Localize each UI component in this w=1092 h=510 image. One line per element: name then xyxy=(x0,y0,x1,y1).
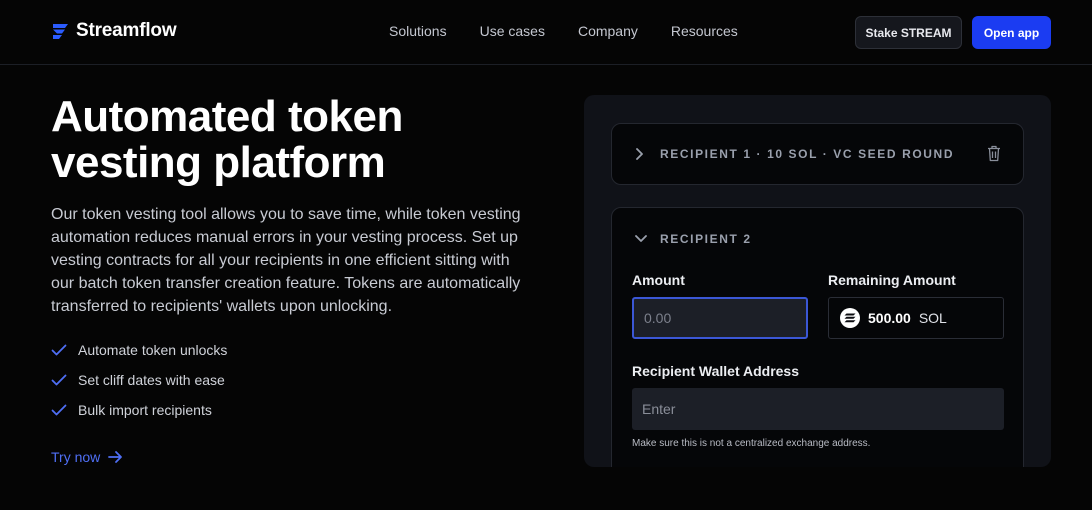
top-nav: Streamflow Solutions Use cases Company R… xyxy=(0,0,1092,65)
nav-link-solutions[interactable]: Solutions xyxy=(389,23,447,39)
vesting-form-panel: RECIPIENT 1 · 10 SOL · VC SEED ROUND REC… xyxy=(584,95,1051,467)
stake-stream-button[interactable]: Stake STREAM xyxy=(855,16,962,49)
chevron-right-icon[interactable] xyxy=(635,148,645,160)
feature-item: Set cliff dates with ease xyxy=(51,365,227,395)
brand-name: Streamflow xyxy=(76,20,177,41)
feature-label: Bulk import recipients xyxy=(78,402,212,418)
amount-input[interactable] xyxy=(632,297,808,339)
remaining-amount-label: Remaining Amount xyxy=(828,272,956,288)
amount-label: Amount xyxy=(632,272,685,288)
check-icon xyxy=(51,344,67,356)
trash-icon[interactable] xyxy=(987,145,1001,162)
check-icon xyxy=(51,374,67,386)
wallet-address-input[interactable] xyxy=(632,388,1004,430)
remaining-amount-display: 500.00 SOL xyxy=(828,297,1004,339)
check-icon xyxy=(51,404,67,416)
wallet-address-label: Recipient Wallet Address xyxy=(632,363,800,379)
try-now-label: Try now xyxy=(51,449,101,465)
logo[interactable]: Streamflow xyxy=(51,20,177,42)
remaining-amount-value: 500.00 xyxy=(868,310,911,326)
remaining-amount-unit: SOL xyxy=(918,310,947,326)
nav-links: Solutions Use cases Company Resources xyxy=(389,23,738,39)
recipient-1-label: RECIPIENT 1 · 10 SOL · VC SEED ROUND xyxy=(660,147,955,161)
feature-item: Bulk import recipients xyxy=(51,395,227,425)
chevron-down-icon[interactable] xyxy=(635,234,647,244)
nav-link-company[interactable]: Company xyxy=(578,23,638,39)
open-app-button[interactable]: Open app xyxy=(972,16,1051,49)
wallet-address-hint: Make sure this is not a centralized exch… xyxy=(632,438,871,449)
try-now-link[interactable]: Try now xyxy=(51,449,123,465)
recipient-2-label: RECIPIENT 2 xyxy=(660,232,752,246)
nav-link-resources[interactable]: Resources xyxy=(671,23,738,39)
arrow-right-icon xyxy=(108,451,123,463)
streamflow-logo-icon xyxy=(53,24,68,39)
hero-description: Our token vesting tool allows you to sav… xyxy=(51,206,521,315)
recipient-2-card: RECIPIENT 2 Amount Remaining Amount 500.… xyxy=(611,207,1024,467)
feature-list: Automate token unlocks Set cliff dates w… xyxy=(51,335,227,425)
recipient-1-card[interactable]: RECIPIENT 1 · 10 SOL · VC SEED ROUND xyxy=(611,123,1024,185)
solana-icon xyxy=(840,308,860,328)
feature-label: Set cliff dates with ease xyxy=(78,372,225,388)
feature-item: Automate token unlocks xyxy=(51,335,227,365)
feature-label: Automate token unlocks xyxy=(78,342,228,358)
hero-title: Automated token vesting platform xyxy=(51,92,403,187)
nav-link-use-cases[interactable]: Use cases xyxy=(480,23,545,39)
